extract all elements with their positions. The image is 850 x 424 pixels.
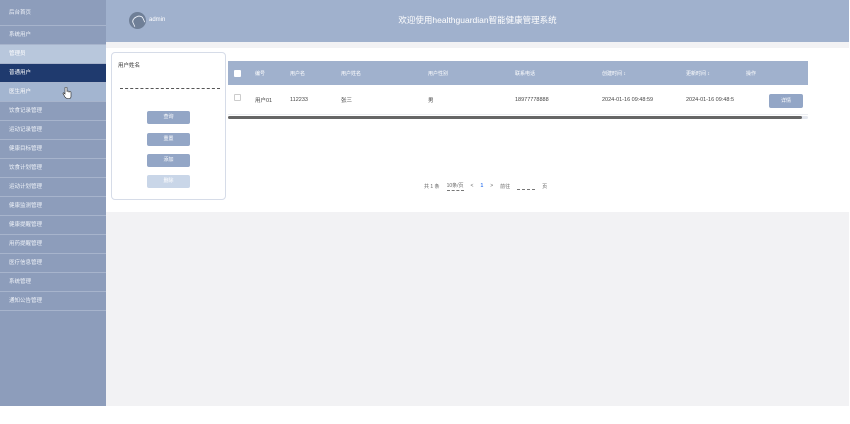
- cell-username: 112233: [290, 97, 308, 103]
- column-header-created[interactable]: 创建时间 ↕: [602, 61, 626, 85]
- sidebar-item-label: 普通用户: [9, 70, 32, 76]
- column-header-name[interactable]: 用户姓名: [341, 61, 361, 85]
- column-header-id[interactable]: 编号: [255, 61, 265, 85]
- sidebar-item-label: 系统用户: [9, 32, 32, 38]
- cell-phone: 18977778888: [515, 97, 549, 103]
- cell-id: 用户01: [255, 98, 273, 104]
- scrollbar-thumb[interactable]: [228, 116, 802, 119]
- reset-button[interactable]: 重置: [147, 133, 190, 146]
- add-button[interactable]: 添加: [147, 154, 190, 167]
- sidebar-item-admin[interactable]: 管理员: [0, 45, 106, 64]
- page-unit-label: 页: [542, 183, 548, 190]
- search-panel: 用户姓名 查询 重置 添加 删除: [111, 52, 226, 200]
- column-header-gender[interactable]: 用户性别: [428, 61, 448, 85]
- sidebar-item-health-goals[interactable]: 健康目标管理: [0, 140, 106, 159]
- main-content: 用户姓名 查询 重置 添加 删除 编号 用户名 用户姓名 用户性别 联系电话 创…: [106, 42, 849, 406]
- prev-page-button[interactable]: <: [471, 183, 474, 189]
- pagination-total: 共 1 条: [424, 183, 440, 190]
- sidebar-item-label: 管理员: [9, 51, 26, 57]
- column-header-phone[interactable]: 联系电话: [515, 61, 535, 85]
- table-row: 用户01 112233 张三 男 18977778888 2024-01-16 …: [228, 86, 808, 115]
- sidebar-item-label: 健康监测管理: [9, 203, 43, 209]
- sidebar-item-diet-plans[interactable]: 饮食计划管理: [0, 159, 106, 178]
- pagination: 共 1 条 10条/页 < 1 > 前往 页: [424, 181, 547, 191]
- column-header-username[interactable]: 用户名: [290, 61, 305, 85]
- sidebar-item-system-management[interactable]: 系统管理: [0, 273, 106, 292]
- sidebar-item-label: 饮食记录管理: [9, 108, 43, 114]
- sidebar-item-label: 运动记录管理: [9, 127, 43, 133]
- sidebar-item-label: 医疗信息管理: [9, 260, 43, 266]
- select-all-checkbox[interactable]: [234, 70, 241, 77]
- page-size-select[interactable]: 10条/页: [446, 182, 464, 191]
- sidebar-item-label: 后台首页: [9, 10, 32, 16]
- sidebar-item-label: 用药提醒管理: [9, 241, 43, 247]
- content-panel: 用户姓名 查询 重置 添加 删除 编号 用户名 用户姓名 用户性别 联系电话 创…: [106, 48, 849, 212]
- row-checkbox[interactable]: [234, 94, 241, 101]
- sidebar-item-label: 饮食计划管理: [9, 165, 43, 171]
- table-header: 编号 用户名 用户姓名 用户性别 联系电话 创建时间 ↕ 更新时间 ↕ 操作: [228, 61, 808, 85]
- cell-gender: 男: [428, 98, 434, 104]
- column-header-updated[interactable]: 更新时间 ↕: [686, 61, 710, 85]
- top-header: admin 欢迎使用healthguardian智能健康管理系统: [106, 0, 849, 42]
- sidebar-item-label: 健康提醒管理: [9, 222, 43, 228]
- sidebar-item-health-monitoring[interactable]: 健康监测管理: [0, 197, 106, 216]
- sidebar-item-label: 运动计划管理: [9, 184, 43, 190]
- delete-button[interactable]: 删除: [147, 175, 190, 188]
- sidebar-item-announcements[interactable]: 通知公告管理: [0, 292, 106, 311]
- horizontal-scrollbar[interactable]: [228, 116, 808, 119]
- sidebar-item-system-users[interactable]: 系统用户: [0, 26, 106, 45]
- detail-button[interactable]: 详情: [769, 94, 803, 108]
- sidebar-item-label: 通知公告管理: [9, 298, 43, 304]
- cell-updated: 2024-01-16 09:48:5: [686, 97, 735, 103]
- goto-label: 前往: [500, 183, 511, 190]
- hand-cursor-icon: [62, 87, 72, 99]
- search-input[interactable]: [120, 79, 220, 89]
- sidebar-item-medication-reminders[interactable]: 用药提醒管理: [0, 235, 106, 254]
- sidebar: 后台首页 系统用户 管理员 普通用户 医生用户 饮食记录管理 运动记录管理 健康…: [0, 0, 106, 406]
- query-button[interactable]: 查询: [147, 111, 190, 124]
- next-page-button[interactable]: >: [490, 183, 493, 189]
- sidebar-item-regular-users[interactable]: 普通用户: [0, 64, 106, 83]
- cell-name: 张三: [341, 98, 353, 104]
- sidebar-item-doctor-users[interactable]: 医生用户: [0, 83, 106, 102]
- cell-created: 2024-01-16 09:48:59: [602, 97, 654, 103]
- sidebar-item-medical-info[interactable]: 医疗信息管理: [0, 254, 106, 273]
- sidebar-item-home[interactable]: 后台首页: [0, 0, 106, 26]
- sidebar-item-health-reminders[interactable]: 健康提醒管理: [0, 216, 106, 235]
- sidebar-item-exercise-records[interactable]: 运动记录管理: [0, 121, 106, 140]
- goto-page-input[interactable]: [517, 183, 536, 190]
- sidebar-item-label: 系统管理: [9, 279, 32, 285]
- page-title: 欢迎使用healthguardian智能健康管理系统: [398, 15, 557, 25]
- column-header-actions: 操作: [746, 70, 757, 77]
- sidebar-item-label: 健康目标管理: [9, 146, 43, 152]
- sidebar-item-exercise-plans[interactable]: 运动计划管理: [0, 178, 106, 197]
- search-label: 用户姓名: [118, 63, 141, 69]
- sidebar-item-label: 医生用户: [9, 89, 32, 95]
- page-number-current[interactable]: 1: [480, 183, 483, 189]
- sidebar-item-diet-records[interactable]: 饮食记录管理: [0, 102, 106, 121]
